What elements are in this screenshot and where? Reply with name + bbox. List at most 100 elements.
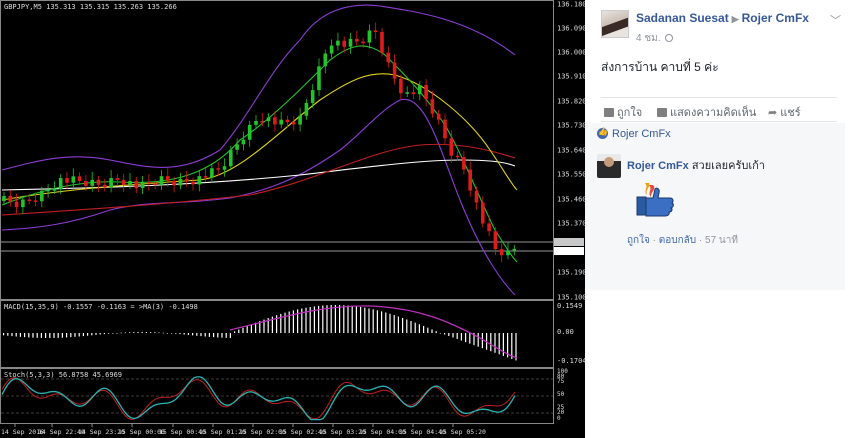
commenter-avatar[interactable] <box>597 154 621 178</box>
macd-bar <box>498 333 500 355</box>
candle-body <box>115 178 120 180</box>
macd-bar <box>196 333 198 336</box>
candle-body <box>342 40 346 47</box>
price-axis: 136.180 136.090 136.000 135.910 135.820 135.7… <box>557 1 585 302</box>
macd-bar <box>381 311 383 333</box>
macd-bar <box>40 333 42 338</box>
macd-bar <box>204 333 206 337</box>
macd-bar <box>32 333 34 338</box>
candle-body <box>71 176 76 183</box>
macd-bar <box>11 333 13 337</box>
candle-body <box>52 189 57 191</box>
candle-body <box>298 115 302 125</box>
candle-body <box>386 52 391 63</box>
macd-bar <box>179 333 181 335</box>
candle-body <box>184 178 189 182</box>
bollinger-upper <box>1 4 516 171</box>
comment-author[interactable]: Rojer CmFx <box>627 160 689 172</box>
like-button[interactable]: ถูกใจ <box>604 103 642 121</box>
macd-bar <box>213 333 215 338</box>
macd-bar <box>187 333 189 335</box>
stoch-tick: 75 <box>557 378 565 385</box>
macd-bar <box>292 310 294 333</box>
post-time[interactable]: 4 ชม. <box>636 31 673 46</box>
macd-bar <box>154 332 156 333</box>
likes-summary[interactable]: Rojer CmFx <box>585 123 845 145</box>
chevron-down-icon[interactable]: ﹀ <box>830 12 841 28</box>
candle-body <box>430 99 435 114</box>
candle-body <box>399 78 403 94</box>
time-tick: 15 Sep 00:00 <box>118 428 165 436</box>
macd-bar <box>385 312 387 333</box>
like-reaction-icon <box>597 127 608 139</box>
price-pane-frame <box>0 0 554 300</box>
candle-body <box>493 231 498 250</box>
comment-reply-link[interactable]: ตอบกลับ <box>659 235 696 246</box>
macd-bar <box>70 333 72 338</box>
candle-body <box>134 181 139 189</box>
candle-body <box>310 90 315 103</box>
candle-body <box>405 92 409 94</box>
trading-chart[interactable]: 136.180 136.090 136.000 135.910 135.820 135.7… <box>0 0 585 438</box>
macd-bar <box>28 333 30 338</box>
author-avatar[interactable] <box>601 10 629 38</box>
candle-body <box>40 190 44 202</box>
macd-bar <box>7 333 9 336</box>
macd-bar <box>229 333 231 338</box>
comment-time[interactable]: 57 นาที <box>705 235 738 246</box>
candle-body <box>481 202 485 224</box>
comment-button[interactable]: แสดงความคิดเห็น <box>657 103 756 121</box>
candle-body <box>392 62 397 79</box>
arrow-right-icon: ▶ <box>731 14 739 24</box>
liked-by[interactable]: Rojer CmFx <box>612 128 671 140</box>
author-name[interactable]: Sadanan Suesat <box>636 11 729 25</box>
macd-bar <box>431 329 433 333</box>
macd-bar <box>423 325 425 333</box>
macd-bar <box>351 305 353 333</box>
macd-bar <box>82 333 84 337</box>
macd-bar <box>444 333 446 335</box>
symbol-header: GBPJPY,M5 135.313 135.315 135.263 135.26… <box>4 3 177 11</box>
macd-bar <box>481 333 483 349</box>
macd-bar <box>74 333 76 337</box>
macd-bar <box>162 332 164 334</box>
macd-bar <box>360 306 362 333</box>
candle-body <box>254 121 258 125</box>
candle-body <box>8 196 13 202</box>
candle-body <box>58 178 63 190</box>
macd-bar <box>397 316 399 333</box>
stoch-label: Stoch(5,3,3) 56.8758 45.6969 <box>4 371 122 379</box>
macd-bar <box>246 326 248 333</box>
macd-bar <box>280 313 282 333</box>
comment-meta: ถูกใจ · ตอบกลับ · 57 นาที <box>627 235 738 246</box>
macd-bar <box>477 333 479 347</box>
macd-bar <box>234 331 236 333</box>
candle-body <box>449 138 454 156</box>
macd-bar <box>460 333 462 341</box>
comment-like-link[interactable]: ถูกใจ <box>627 235 650 246</box>
candle-body <box>103 184 107 188</box>
macd-bar <box>53 333 55 338</box>
macd-bar <box>410 321 412 333</box>
candle-body <box>436 113 441 120</box>
candle-body <box>323 53 328 67</box>
price-tick: 135.100 <box>557 294 585 302</box>
candle-body <box>285 119 290 123</box>
candle-body <box>266 117 271 122</box>
bid-price-marker <box>554 247 584 255</box>
price-tick: 135.460 <box>557 196 585 204</box>
candle-body <box>121 179 126 185</box>
macd-histogram <box>3 305 517 361</box>
post-text: ส่งการบ้าน คาบที่ 5 ค่ะ <box>601 60 719 74</box>
ema-fast <box>1 45 518 263</box>
target-name[interactable]: Rojer CmFx <box>742 11 809 25</box>
candle-body <box>499 249 504 256</box>
share-button[interactable]: ➦ แชร์ <box>768 103 801 121</box>
macd-bar <box>334 305 336 333</box>
candle-body <box>21 199 25 208</box>
macd-bar <box>217 333 219 338</box>
price-tick: 135.550 <box>557 171 585 179</box>
macd-bar <box>150 332 152 333</box>
price-tick: 135.640 <box>557 147 585 155</box>
candle-body <box>487 223 491 232</box>
